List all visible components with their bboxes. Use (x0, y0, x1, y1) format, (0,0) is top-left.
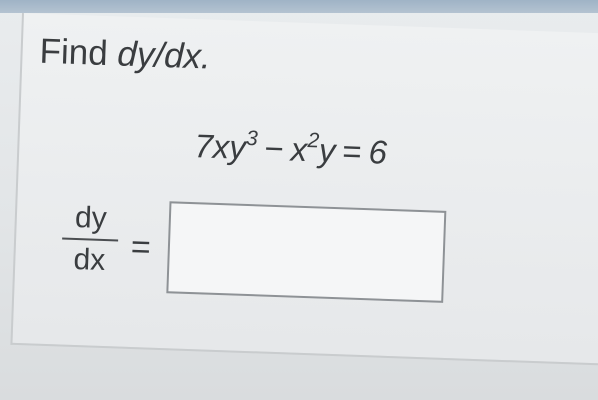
equation-term-2-tail: y (318, 131, 337, 170)
equation-term-1-exponent: 3 (245, 126, 259, 151)
prompt-target: dy/dx. (116, 34, 212, 77)
equation-term-2-base: x (290, 130, 308, 169)
equation-rhs: 6 (368, 133, 388, 171)
equation-minus: − (263, 129, 285, 168)
equation-term-2-exponent: 2 (307, 129, 320, 153)
answer-input[interactable] (166, 201, 447, 303)
fraction-denominator: dx (73, 242, 106, 278)
question-panel: Find dy/dx. 7xy3− x2y = 6 dy dx = (10, 13, 598, 366)
equation-term-1: 7xy (193, 127, 247, 166)
question-prompt: Find dy/dx. (39, 32, 212, 78)
prompt-word: Find (38, 31, 109, 74)
answer-equals-sign: = (130, 227, 152, 267)
derivative-fraction: dy dx (61, 201, 120, 279)
window-top-strip (0, 0, 598, 13)
implicit-equation: 7xy3− x2y = 6 (194, 127, 388, 172)
equation-equals: = (341, 132, 363, 170)
fraction-numerator: dy (74, 200, 108, 236)
